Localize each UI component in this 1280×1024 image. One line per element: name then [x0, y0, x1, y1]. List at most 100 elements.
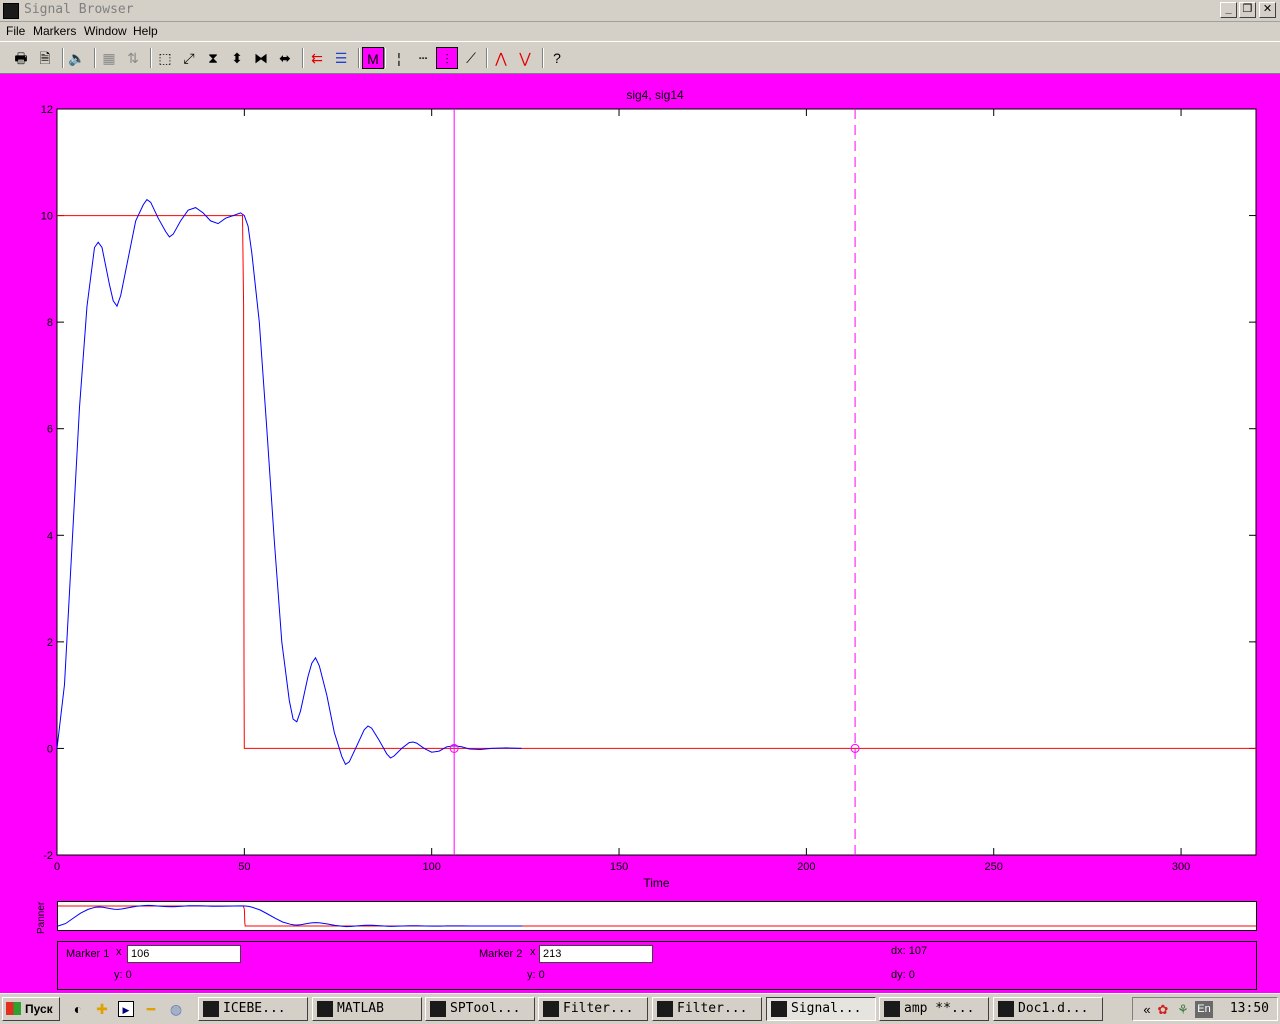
task-app-icon: [771, 1001, 787, 1017]
language-indicator[interactable]: En: [1195, 1001, 1213, 1018]
x-tick-label: 0: [54, 861, 60, 873]
task-app-icon: [317, 1001, 333, 1017]
taskbar-button[interactable]: Doc1.d...: [993, 997, 1103, 1021]
taskbar-button-label: Filter...: [563, 1001, 634, 1016]
taskbar-button-label: MATLAB: [337, 1001, 384, 1016]
x-tick-label: 200: [797, 861, 815, 873]
marker2-y-readout: y: 0: [527, 969, 545, 981]
trace-color-icon[interactable]: ☰: [330, 47, 352, 69]
full-view-icon[interactable]: ⤢: [178, 47, 200, 69]
track-markers-icon[interactable]: ⫶: [436, 47, 458, 69]
x-axis-label: Time: [643, 876, 670, 890]
y-tick-label: 4: [47, 530, 53, 542]
menu-file[interactable]: File: [6, 24, 25, 38]
marker1-x-input[interactable]: [127, 945, 241, 963]
marker2-label: Marker 2: [479, 948, 523, 960]
taskbar-button[interactable]: amp **...: [879, 997, 989, 1021]
quicklaunch-plus-icon[interactable]: ✚: [94, 1001, 110, 1017]
markers-toggle-icon[interactable]: M: [362, 47, 384, 69]
zoom-box-icon[interactable]: ⬚: [154, 47, 176, 69]
toolbar-separator: [542, 48, 544, 68]
task-app-icon: [543, 1001, 559, 1017]
toolbar: 🖶 🗎 🔈 ▦ ⇅ ⬚ ⤢ ⧗ ⬍ ⧓ ⬌ ⇇ ☰ M ¦ ┄ ⫶ ⟋ ⋀ ⋁?: [0, 41, 1280, 74]
menu-window[interactable]: Window: [84, 24, 127, 38]
task-app-icon: [203, 1001, 219, 1017]
taskbar-button[interactable]: Signal...: [766, 997, 876, 1021]
quicklaunch-minus-icon[interactable]: ━: [143, 1001, 159, 1017]
toolbar-separator: [62, 48, 64, 68]
zoom-in-x-icon[interactable]: ⧓: [250, 47, 272, 69]
taskbar-button-label: Filter...: [677, 1001, 748, 1016]
taskbar-button[interactable]: ICEBE...: [198, 997, 308, 1021]
taskbar-button[interactable]: Filter...: [538, 997, 648, 1021]
quicklaunch-player-icon[interactable]: ▶: [118, 1001, 134, 1017]
menu-bar: File Markers Window Help: [0, 22, 1280, 41]
toolbar-separator: [150, 48, 152, 68]
panner-label: Panner: [36, 901, 47, 935]
print-preview-icon[interactable]: 🗎: [34, 47, 56, 69]
x-tick-label: 50: [238, 861, 250, 873]
array-signal-icon[interactable]: ⇅: [122, 47, 144, 69]
print-icon[interactable]: 🖶: [10, 47, 32, 69]
taskbar-button-label: ICEBE...: [223, 1001, 286, 1016]
close-button[interactable]: ✕: [1259, 2, 1276, 18]
x-tick-label: 100: [423, 861, 441, 873]
zoom-in-y-icon[interactable]: ⧗: [202, 47, 224, 69]
zoom-out-x-icon[interactable]: ⬌: [274, 47, 296, 69]
matlab-app-icon[interactable]: [3, 3, 19, 19]
select-signal-icon[interactable]: ▦: [98, 47, 120, 69]
menu-markers[interactable]: Markers: [33, 24, 76, 38]
peaks-icon[interactable]: ⋀: [490, 47, 512, 69]
task-app-icon: [430, 1001, 446, 1017]
quicklaunch-media-icon[interactable]: ◐: [70, 1001, 86, 1017]
tray-chevron-icon[interactable]: «: [1139, 1002, 1155, 1018]
x-tick-label: 300: [1172, 861, 1190, 873]
taskbar-button[interactable]: MATLAB: [312, 997, 422, 1021]
task-app-icon: [657, 1001, 673, 1017]
y-tick-label: 6: [47, 424, 53, 436]
toolbar-separator: [94, 48, 96, 68]
marker1-label: Marker 1: [66, 948, 110, 960]
horizontal-markers-icon[interactable]: ┄: [412, 47, 434, 69]
taskbar-button-label: Doc1.d...: [1018, 1001, 1089, 1016]
marker2-x-input[interactable]: [539, 945, 653, 963]
taskbar-button[interactable]: SPTool...: [425, 997, 535, 1021]
taskbar-button-label: amp **...: [904, 1001, 975, 1016]
y-tick-label: -2: [43, 850, 53, 862]
system-tray: « ✿ ⚘ En 13:50: [1132, 997, 1278, 1021]
menu-help[interactable]: Help: [133, 24, 158, 38]
x-tick-label: 250: [985, 861, 1003, 873]
speaker-icon[interactable]: 🔈: [66, 47, 88, 69]
start-button[interactable]: Пуск: [2, 997, 60, 1021]
taskbar: Пуск ◐ ✚ ▶ ━ ◍ ICEBE... MATLAB SPTool... Fi…: [0, 993, 1280, 1024]
plot-area[interactable]: [56, 108, 1257, 856]
vertical-markers-icon[interactable]: ¦: [388, 47, 410, 69]
select-trace-icon[interactable]: ⇇: [306, 47, 328, 69]
marker1-y-readout: y: 0: [114, 969, 132, 981]
window-title: Signal Browser: [24, 2, 134, 17]
marker-panel: Marker 1 x y: 0 Marker 2 x y: 0 dx: 107 …: [57, 941, 1257, 990]
start-label: Пуск: [25, 1002, 53, 1016]
zoom-out-y-icon[interactable]: ⬍: [226, 47, 248, 69]
task-app-icon: [884, 1001, 900, 1017]
title-bar: Signal Browser _ ❐ ✕: [0, 0, 1280, 22]
minimize-button[interactable]: _: [1220, 2, 1237, 18]
marker2-x-label: x: [530, 946, 536, 958]
tray-flower-icon[interactable]: ✿: [1155, 1002, 1171, 1018]
task-app-icon: [998, 1001, 1014, 1017]
toolbar-separator: [358, 48, 360, 68]
clock: 13:50: [1229, 1001, 1269, 1016]
quicklaunch-disc-icon[interactable]: ◍: [168, 1001, 184, 1017]
panner-plot[interactable]: [57, 901, 1257, 932]
valleys-icon[interactable]: ⋁: [514, 47, 536, 69]
main-plot[interactable]: 0 50 100 150 200 250 300-2024681012Time: [0, 100, 1280, 895]
taskbar-button-label: SPTool...: [450, 1001, 521, 1016]
y-tick-label: 0: [47, 743, 53, 755]
taskbar-button[interactable]: Filter...: [652, 997, 762, 1021]
restore-button[interactable]: ❐: [1239, 2, 1256, 18]
toolbar-separator: [384, 48, 386, 68]
whats-this-help-icon[interactable]: ?: [546, 47, 568, 69]
marker1-x-label: x: [116, 946, 122, 958]
tray-network-icon[interactable]: ⚘: [1175, 1002, 1191, 1018]
slope-markers-icon[interactable]: ⟋: [460, 47, 482, 69]
